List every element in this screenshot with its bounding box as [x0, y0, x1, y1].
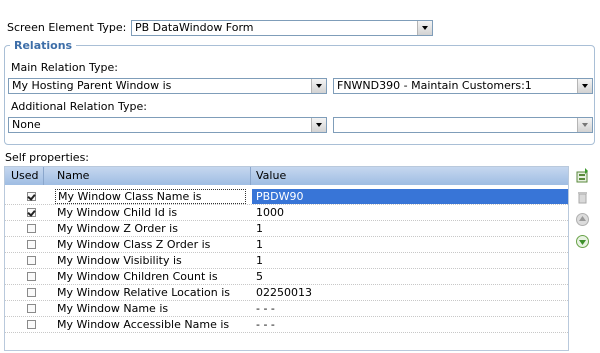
used-checkbox[interactable]	[27, 224, 36, 233]
used-checkbox[interactable]	[27, 320, 36, 329]
chevron-down-icon[interactable]	[577, 118, 592, 132]
column-header-value[interactable]: Value	[256, 167, 286, 185]
column-header-used[interactable]: Used	[11, 167, 39, 185]
self-properties-label: Self properties:	[5, 151, 90, 164]
additional-relation-label: Additional Relation Type:	[11, 100, 147, 113]
main-relation-target-value: FNWND390 - Maintain Customers:1	[337, 79, 532, 92]
screen-element-type-label: Screen Element Type:	[7, 21, 127, 34]
property-value[interactable]: 02250013	[252, 285, 568, 300]
additional-relation-value: None	[12, 118, 41, 131]
used-checkbox[interactable]	[27, 256, 36, 265]
self-properties-grid: Used Name Value My Window Class Name is …	[4, 166, 569, 351]
chevron-down-icon[interactable]	[577, 79, 592, 93]
table-row[interactable]: My Window Relative Location is 02250013	[5, 285, 568, 301]
add-property-icon[interactable]	[575, 168, 590, 183]
table-row[interactable]: My Window Z Order is 1	[5, 221, 568, 237]
property-name: My Window Accessible Name is	[57, 318, 230, 331]
used-checkbox[interactable]	[27, 208, 36, 217]
table-row[interactable]: My Window Accessible Name is - - -	[5, 317, 568, 333]
property-value[interactable]: 1	[252, 253, 568, 268]
additional-relation-select[interactable]: None	[8, 117, 327, 133]
chevron-down-icon[interactable]	[417, 21, 432, 35]
property-name: My Window Class Name is	[55, 189, 246, 204]
used-checkbox[interactable]	[27, 192, 36, 201]
property-value[interactable]: 1	[252, 237, 568, 252]
move-down-icon[interactable]	[575, 234, 590, 249]
chevron-down-icon[interactable]	[311, 79, 326, 93]
grid-header: Used Name Value	[5, 167, 568, 185]
table-row[interactable]: My Window Name is - - -	[5, 301, 568, 317]
property-value[interactable]: PBDW90	[252, 189, 568, 204]
property-value[interactable]: - - -	[252, 317, 568, 332]
screen-element-type-select[interactable]: PB DataWindow Form	[131, 20, 433, 36]
property-name: My Window Z Order is	[57, 222, 178, 235]
chevron-down-icon[interactable]	[311, 118, 326, 132]
main-relation-select[interactable]: My Hosting Parent Window is	[8, 78, 327, 94]
property-name: My Window Children Count is	[57, 270, 218, 283]
main-relation-value: My Hosting Parent Window is	[12, 79, 172, 92]
property-value[interactable]: 1	[252, 221, 568, 236]
table-row[interactable]: My Window Visibility is 1	[5, 253, 568, 269]
move-up-icon[interactable]	[575, 212, 590, 227]
used-checkbox[interactable]	[27, 272, 36, 281]
property-name: My Window Name is	[57, 302, 169, 315]
main-relation-target-select[interactable]: FNWND390 - Maintain Customers:1	[333, 78, 593, 94]
used-checkbox[interactable]	[27, 288, 36, 297]
property-value[interactable]: 5	[252, 269, 568, 284]
property-name: My Window Relative Location is	[57, 286, 231, 299]
table-row[interactable]: My Window Class Z Order is 1	[5, 237, 568, 253]
main-relation-label: Main Relation Type:	[11, 61, 119, 74]
used-checkbox[interactable]	[27, 240, 36, 249]
column-divider	[250, 167, 251, 185]
used-checkbox[interactable]	[27, 304, 36, 313]
delete-icon[interactable]	[575, 190, 590, 205]
additional-relation-target-select[interactable]	[333, 117, 593, 133]
column-header-name[interactable]: Name	[57, 167, 89, 185]
screen-element-type-value: PB DataWindow Form	[135, 21, 254, 34]
table-row[interactable]: My Window Class Name is PBDW90	[5, 189, 568, 205]
property-name: My Window Child Id is	[57, 206, 178, 219]
property-value[interactable]: - - -	[252, 301, 568, 316]
table-row[interactable]: My Window Children Count is 5	[5, 269, 568, 285]
column-divider	[43, 167, 44, 185]
table-row[interactable]: My Window Child Id is 1000	[5, 205, 568, 221]
property-name: My Window Visibility is	[57, 254, 182, 267]
property-name: My Window Class Z Order is	[57, 238, 211, 251]
relations-legend: Relations	[10, 40, 77, 52]
property-value[interactable]: 1000	[252, 205, 568, 220]
